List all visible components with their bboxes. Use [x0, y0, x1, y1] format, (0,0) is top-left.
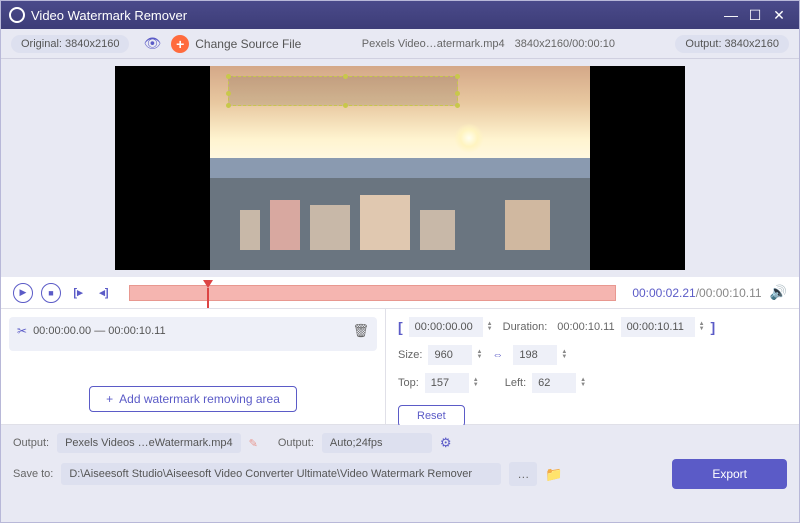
plus-icon: + [106, 392, 113, 406]
link-aspect-icon[interactable]: ⇔ [492, 349, 503, 361]
settings-icon[interactable]: ⚙ [440, 435, 452, 451]
original-resolution-label: Original: 3840x2160 [11, 35, 129, 53]
position-row: Top: ▲▼ Left: ▲▼ [398, 373, 787, 393]
play-button[interactable]: ▶ [13, 283, 33, 303]
export-button[interactable]: Export [672, 459, 787, 489]
trim-start-spinner[interactable]: ▲▼ [487, 322, 493, 332]
properties-panel: [ ▲▼ Duration: 00:00:10.11 ▲▼ ] Size: ▲▼ … [386, 309, 799, 424]
output-row: Output: Pexels Videos …eWatermark.mp4 ✎ … [13, 433, 787, 453]
save-to-label: Save to: [13, 468, 53, 480]
source-filename: Pexels Video…atermark.mp4 [362, 38, 505, 50]
preview-area [1, 59, 799, 277]
height-input[interactable] [513, 345, 557, 365]
output-format-label: Output: [278, 437, 314, 449]
timeline-scrubber[interactable] [129, 285, 616, 301]
output-format: Auto;24fps [322, 433, 432, 453]
add-area-label: Add watermark removing area [119, 392, 280, 406]
trim-row: [ ▲▼ Duration: 00:00:10.11 ▲▼ ] [398, 317, 787, 337]
top-label: Top: [398, 377, 419, 389]
timecode-display: 00:00:02.21/00:00:10.11 [632, 286, 761, 300]
duration-value: 00:00:10.11 [557, 321, 614, 333]
width-spinner[interactable]: ▲▼ [476, 350, 482, 360]
left-input[interactable] [532, 373, 576, 393]
size-label: Size: [398, 349, 422, 361]
open-folder-icon[interactable]: 📁 [545, 466, 562, 483]
playhead[interactable] [203, 280, 213, 288]
mark-out-button[interactable]: ◂] [95, 284, 113, 302]
duration-label: Duration: [503, 321, 548, 333]
mid-panel: ✂ 00:00:00.00 — 00:00:10.11 🗑 + Add wate… [1, 309, 799, 425]
trim-start-input[interactable] [409, 317, 483, 337]
plus-icon: + [171, 35, 189, 53]
watermark-selection-box[interactable] [228, 76, 458, 106]
source-meta: 3840x2160/00:00:10 [515, 38, 615, 50]
change-source-button[interactable]: + Change Source File [171, 35, 301, 53]
browse-button[interactable]: … [509, 462, 537, 486]
mark-in-button[interactable]: [▸ [69, 284, 87, 302]
reset-button[interactable]: Reset [398, 405, 465, 427]
area-range-label: 00:00:00.00 — 00:00:10.11 [33, 325, 166, 337]
volume-icon[interactable]: 🔊 [770, 284, 787, 301]
titlebar: Video Watermark Remover — ☐ ✕ [1, 1, 799, 29]
edit-filename-icon[interactable]: ✎ [249, 437, 258, 450]
left-label: Left: [505, 377, 526, 389]
top-spinner[interactable]: ▲▼ [473, 378, 479, 388]
stop-button[interactable]: ■ [41, 283, 61, 303]
width-input[interactable] [428, 345, 472, 365]
height-spinner[interactable]: ▲▼ [561, 350, 567, 360]
close-button[interactable]: ✕ [767, 3, 791, 27]
transport-bar: ▶ ■ [▸ ◂] 00:00:02.21/00:00:10.11 🔊 [1, 277, 799, 309]
change-source-label: Change Source File [195, 37, 301, 51]
app-window: Video Watermark Remover — ☐ ✕ Original: … [0, 0, 800, 523]
minimize-button[interactable]: — [719, 3, 743, 27]
scissors-icon: ✂ [17, 324, 27, 338]
video-container [115, 66, 685, 270]
output-resolution-label: Output: 3840x2160 [675, 35, 789, 53]
save-path: D:\Aiseesoft Studio\Aiseesoft Video Conv… [61, 463, 501, 485]
size-row: Size: ▲▼ ⇔ ▲▼ [398, 345, 787, 365]
add-area-button[interactable]: + Add watermark removing area [89, 386, 297, 412]
trim-end-spinner[interactable]: ▲▼ [699, 322, 705, 332]
delete-area-button[interactable]: 🗑 [352, 323, 369, 339]
visibility-toggle-icon[interactable]: 👁 [143, 35, 161, 52]
top-input[interactable] [425, 373, 469, 393]
save-row: Save to: D:\Aiseesoft Studio\Aiseesoft V… [13, 459, 787, 489]
app-title: Video Watermark Remover [31, 8, 187, 23]
toolbar: Original: 3840x2160 👁 + Change Source Fi… [1, 29, 799, 59]
output-label: Output: [13, 437, 49, 449]
areas-panel: ✂ 00:00:00.00 — 00:00:10.11 🗑 + Add wate… [1, 309, 386, 424]
maximize-button[interactable]: ☐ [743, 3, 767, 27]
bottom-panel: Output: Pexels Videos …eWatermark.mp4 ✎ … [1, 425, 799, 522]
bracket-in-button[interactable]: [ [398, 319, 403, 335]
bracket-out-button[interactable]: ] [711, 319, 716, 335]
left-spinner[interactable]: ▲▼ [580, 378, 586, 388]
video-preview[interactable] [210, 66, 590, 270]
output-filename: Pexels Videos …eWatermark.mp4 [57, 433, 241, 453]
app-logo-icon [9, 7, 25, 23]
trim-end-input[interactable] [621, 317, 695, 337]
area-item[interactable]: ✂ 00:00:00.00 — 00:00:10.11 🗑 [9, 317, 377, 351]
